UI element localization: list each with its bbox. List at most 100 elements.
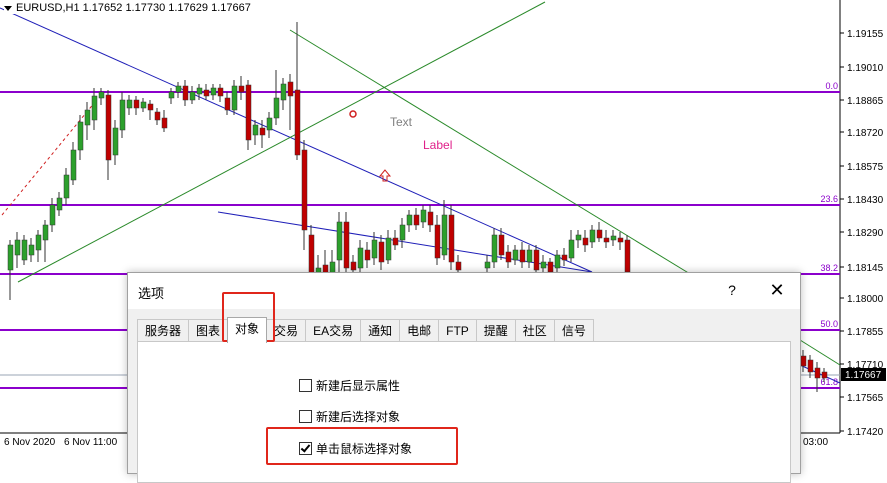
- candle-body: [210, 87, 217, 96]
- help-button[interactable]: ?: [718, 277, 746, 303]
- price-label: 1.18290: [847, 228, 884, 239]
- candle-body: [821, 371, 828, 379]
- candle-body: [154, 111, 161, 121]
- candle-body: [484, 261, 491, 269]
- price-label: 1.19155: [847, 29, 884, 40]
- symbol-quote: EURUSD,H1 1.17652 1.17730 1.17629 1.1766…: [16, 2, 251, 14]
- candle-body: [350, 261, 357, 271]
- trendline-red-dashed: [1, 101, 96, 216]
- candle-body: [378, 241, 385, 263]
- candle-body: [119, 99, 126, 131]
- candle-body: [526, 249, 533, 263]
- candle-body: [413, 214, 420, 226]
- candle-body: [7, 244, 14, 271]
- time-label: 03:00: [803, 437, 828, 448]
- candle-body: [70, 149, 77, 181]
- candle-body: [63, 174, 70, 199]
- tab-community[interactable]: 社区: [514, 319, 555, 342]
- tab-email[interactable]: 电邮: [399, 319, 440, 342]
- time-label: 6 Nov 11:00: [64, 437, 118, 448]
- candle-body: [441, 214, 448, 256]
- price-label: 1.18720: [847, 128, 884, 139]
- candle-body: [182, 85, 189, 101]
- candle-body: [294, 89, 301, 156]
- price-label: 1.18575: [847, 162, 884, 173]
- candle-body: [91, 95, 98, 121]
- candle-body: [371, 239, 378, 259]
- candle-body: [14, 239, 21, 256]
- candle-body: [280, 83, 287, 101]
- candle-body: [133, 99, 140, 109]
- label-object: Label: [423, 138, 452, 152]
- time-label: 6 Nov 2020: [4, 437, 56, 448]
- price-label: 1.17855: [847, 327, 884, 338]
- candle-body: [259, 127, 266, 136]
- candle-body: [505, 251, 512, 263]
- tab-notifications[interactable]: 通知: [360, 319, 401, 342]
- tab-strip: 服务器 图表 对象 交易 EA交易 通知 电邮 FTP 提醒 社区 信号: [137, 317, 594, 343]
- candle-body: [35, 234, 42, 251]
- candle-body: [49, 204, 56, 226]
- candle-body: [84, 109, 91, 126]
- select-after-create-checkbox[interactable]: [299, 410, 312, 423]
- candle-body: [266, 117, 273, 131]
- candle-body: [189, 91, 196, 101]
- fib-level-label: 0.0: [825, 81, 838, 91]
- candle-body: [533, 249, 540, 271]
- candle-body: [357, 247, 364, 269]
- candle-body: [175, 85, 182, 93]
- dialog-title: 选项: [138, 286, 165, 301]
- candle-body: [568, 239, 575, 259]
- candle-body: [512, 249, 519, 261]
- candle-body: [617, 237, 624, 243]
- candle-body: [603, 237, 610, 243]
- candle-body: [575, 234, 582, 241]
- tab-expert-advisors[interactable]: EA交易: [305, 319, 362, 342]
- candle-body: [399, 224, 406, 241]
- candle-body: [112, 127, 119, 156]
- candle-body: [547, 261, 554, 273]
- close-button[interactable]: ✕: [762, 277, 792, 303]
- candle-body: [392, 237, 399, 246]
- candle-body: [231, 85, 238, 111]
- tab-ftp[interactable]: FTP: [438, 319, 477, 342]
- candle-body: [434, 224, 441, 259]
- candle-body: [245, 84, 252, 141]
- candle-body: [287, 81, 294, 97]
- candle-body: [540, 261, 547, 269]
- candle-body: [498, 234, 505, 256]
- price-label: 1.18865: [847, 96, 884, 107]
- option-label: 新建后显示属性: [316, 379, 401, 393]
- show-properties-checkbox[interactable]: [299, 379, 312, 392]
- price-label: 1.17565: [847, 393, 884, 404]
- candle-body: [420, 209, 427, 223]
- dropdown-triangle-icon[interactable]: [4, 5, 12, 11]
- hand-icon: [349, 110, 357, 118]
- candle-body: [582, 237, 589, 246]
- candle-body: [491, 234, 498, 263]
- candle-body: [427, 211, 434, 226]
- candle-body: [238, 85, 245, 93]
- candle-body: [28, 244, 35, 256]
- tab-signals[interactable]: 信号: [553, 319, 594, 342]
- option-show-properties[interactable]: 新建后显示属性: [299, 377, 400, 394]
- tab-alerts[interactable]: 提醒: [475, 319, 516, 342]
- candle-body: [589, 229, 596, 243]
- tab-server[interactable]: 服务器: [137, 319, 190, 342]
- candle-body: [126, 99, 133, 109]
- candle-body: [56, 197, 63, 211]
- candle-body: [336, 221, 343, 261]
- price-label: 1.19010: [847, 63, 884, 74]
- candle-body: [800, 355, 807, 367]
- text-object: Text: [390, 115, 413, 129]
- candle-body: [140, 101, 147, 109]
- fib-level-label: 50.0: [820, 319, 838, 329]
- option-select-after-create[interactable]: 新建后选择对象: [299, 408, 400, 425]
- candle-body: [196, 87, 203, 95]
- tab-objects[interactable]: 对象: [227, 317, 268, 343]
- candle-body: [105, 94, 112, 161]
- candle-body: [519, 249, 526, 263]
- option-highlight-box: [266, 427, 458, 465]
- candle-body: [807, 359, 814, 373]
- candle-body: [161, 117, 168, 129]
